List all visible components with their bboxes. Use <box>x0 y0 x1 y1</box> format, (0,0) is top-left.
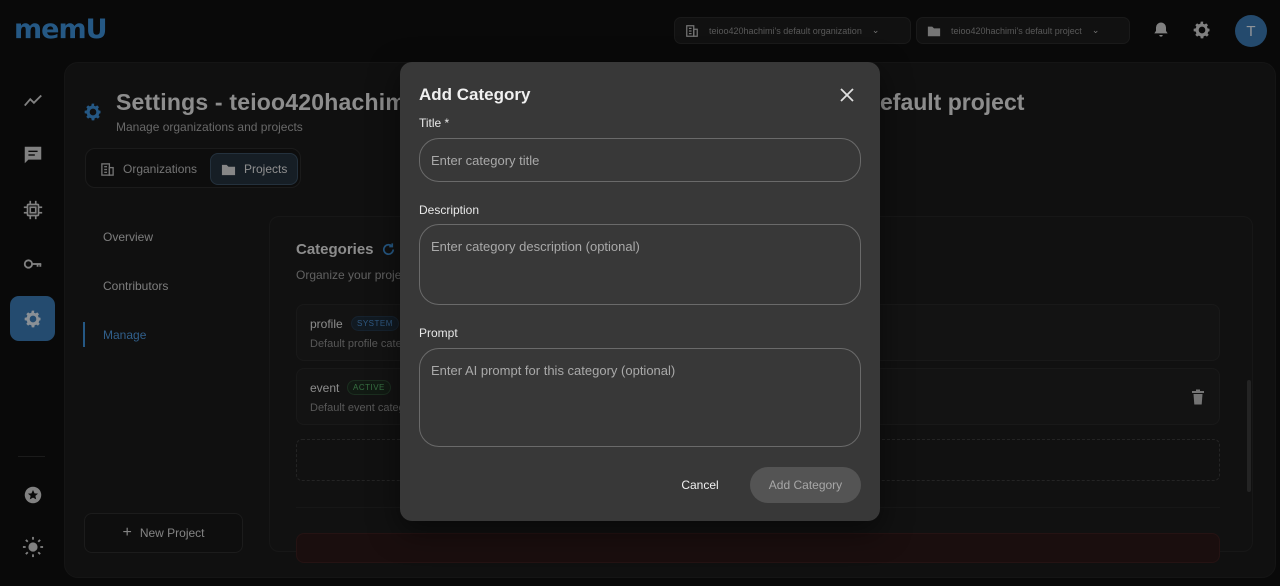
dialog-title: Add Category <box>419 85 531 104</box>
add-category-button[interactable]: Add Category <box>750 467 861 503</box>
title-input[interactable] <box>419 138 861 182</box>
description-label: Description <box>419 203 480 217</box>
close-icon[interactable] <box>838 86 856 104</box>
prompt-label: Prompt <box>419 326 458 340</box>
cancel-button[interactable]: Cancel <box>664 467 736 503</box>
prompt-textarea[interactable] <box>419 348 861 447</box>
title-label: Title * <box>419 116 450 130</box>
add-category-dialog: Add Category Title * Description Prompt … <box>400 62 880 521</box>
description-textarea[interactable] <box>419 224 861 305</box>
